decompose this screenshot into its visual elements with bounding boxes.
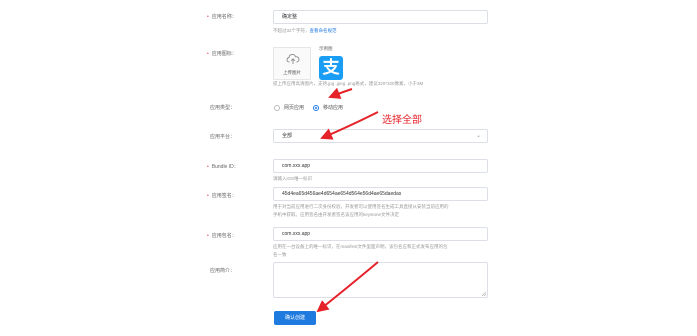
app-name-hint: 不超过32个字符，查看命名规范 — [273, 28, 337, 33]
platform-label: 应用平台： — [210, 134, 236, 140]
radio-mobile-app[interactable]: 移动应用 — [313, 104, 343, 111]
required-mark: • — [207, 233, 209, 239]
bundle-id-label: • Bundle ID： — [207, 164, 239, 170]
platform-select[interactable]: 全部 ⌄ — [273, 129, 488, 143]
radio-web-app[interactable]: 网页应用 — [274, 104, 304, 111]
app-name-input[interactable]: 确定整 — [273, 10, 488, 24]
package-name-hint-2: 名一致 — [273, 252, 287, 257]
package-name-hint-1: 应用在一台设备上的唯一标识，在manifest文件里面声明，该包名应和正式发布应… — [273, 244, 448, 249]
annotation-arrow-mobile-app — [328, 87, 353, 99]
required-mark: • — [207, 51, 209, 57]
chevron-down-icon: ⌄ — [475, 133, 481, 139]
confirm-create-button[interactable]: 确认创建 — [274, 311, 316, 325]
app-signature-input[interactable]: 45d4ea65d456ae4d654ae654d564e56d4ae65dae… — [273, 187, 488, 201]
naming-rules-link[interactable]: 查看命名规范 — [310, 28, 337, 33]
app-icon-hint: 提上传应用高清图片，支持.jpg .jpeg .png格式，建议320*320像… — [273, 81, 424, 86]
required-mark: • — [207, 164, 209, 170]
upload-image-button[interactable]: 上传图片 — [273, 47, 311, 80]
package-name-label: • 应用包名： — [207, 233, 237, 239]
resize-grip-icon[interactable] — [481, 291, 486, 296]
bundle-id-hint: 请输入iOS唯一标识 — [273, 176, 313, 181]
bundle-id-input[interactable]: com.xxx.app — [273, 159, 488, 173]
radio-icon — [274, 104, 280, 111]
annotation-select-all: 选择全部 — [382, 115, 422, 126]
app-name-label: • 应用名称： — [207, 14, 237, 20]
cloud-upload-icon — [286, 54, 300, 64]
app-signature-hint-1: 用于对当前应用进行二次身份校验，开发者可以使用签名生成工具直接从安装当前应用的 — [273, 204, 449, 209]
required-mark: • — [207, 14, 209, 20]
app-type-label: 应用类型： — [210, 105, 236, 111]
required-mark: • — [207, 193, 209, 199]
radio-checked-icon — [313, 104, 319, 111]
description-textarea[interactable] — [273, 262, 488, 298]
app-icon-label: • 应用图标： — [207, 51, 237, 57]
upload-label: 上传图片 — [283, 70, 301, 75]
alipay-example-icon: 支 — [319, 56, 343, 80]
example-image-label: 示例图 — [319, 46, 333, 51]
package-name-input[interactable]: com.xxx.app — [273, 227, 488, 241]
description-label: 应用简介： — [210, 268, 236, 274]
app-signature-hint-2: 手机中获取。应用签名由开发者签名该应用的keystone文件决定 — [273, 212, 400, 217]
app-signature-label: • 应用签名： — [207, 193, 237, 199]
